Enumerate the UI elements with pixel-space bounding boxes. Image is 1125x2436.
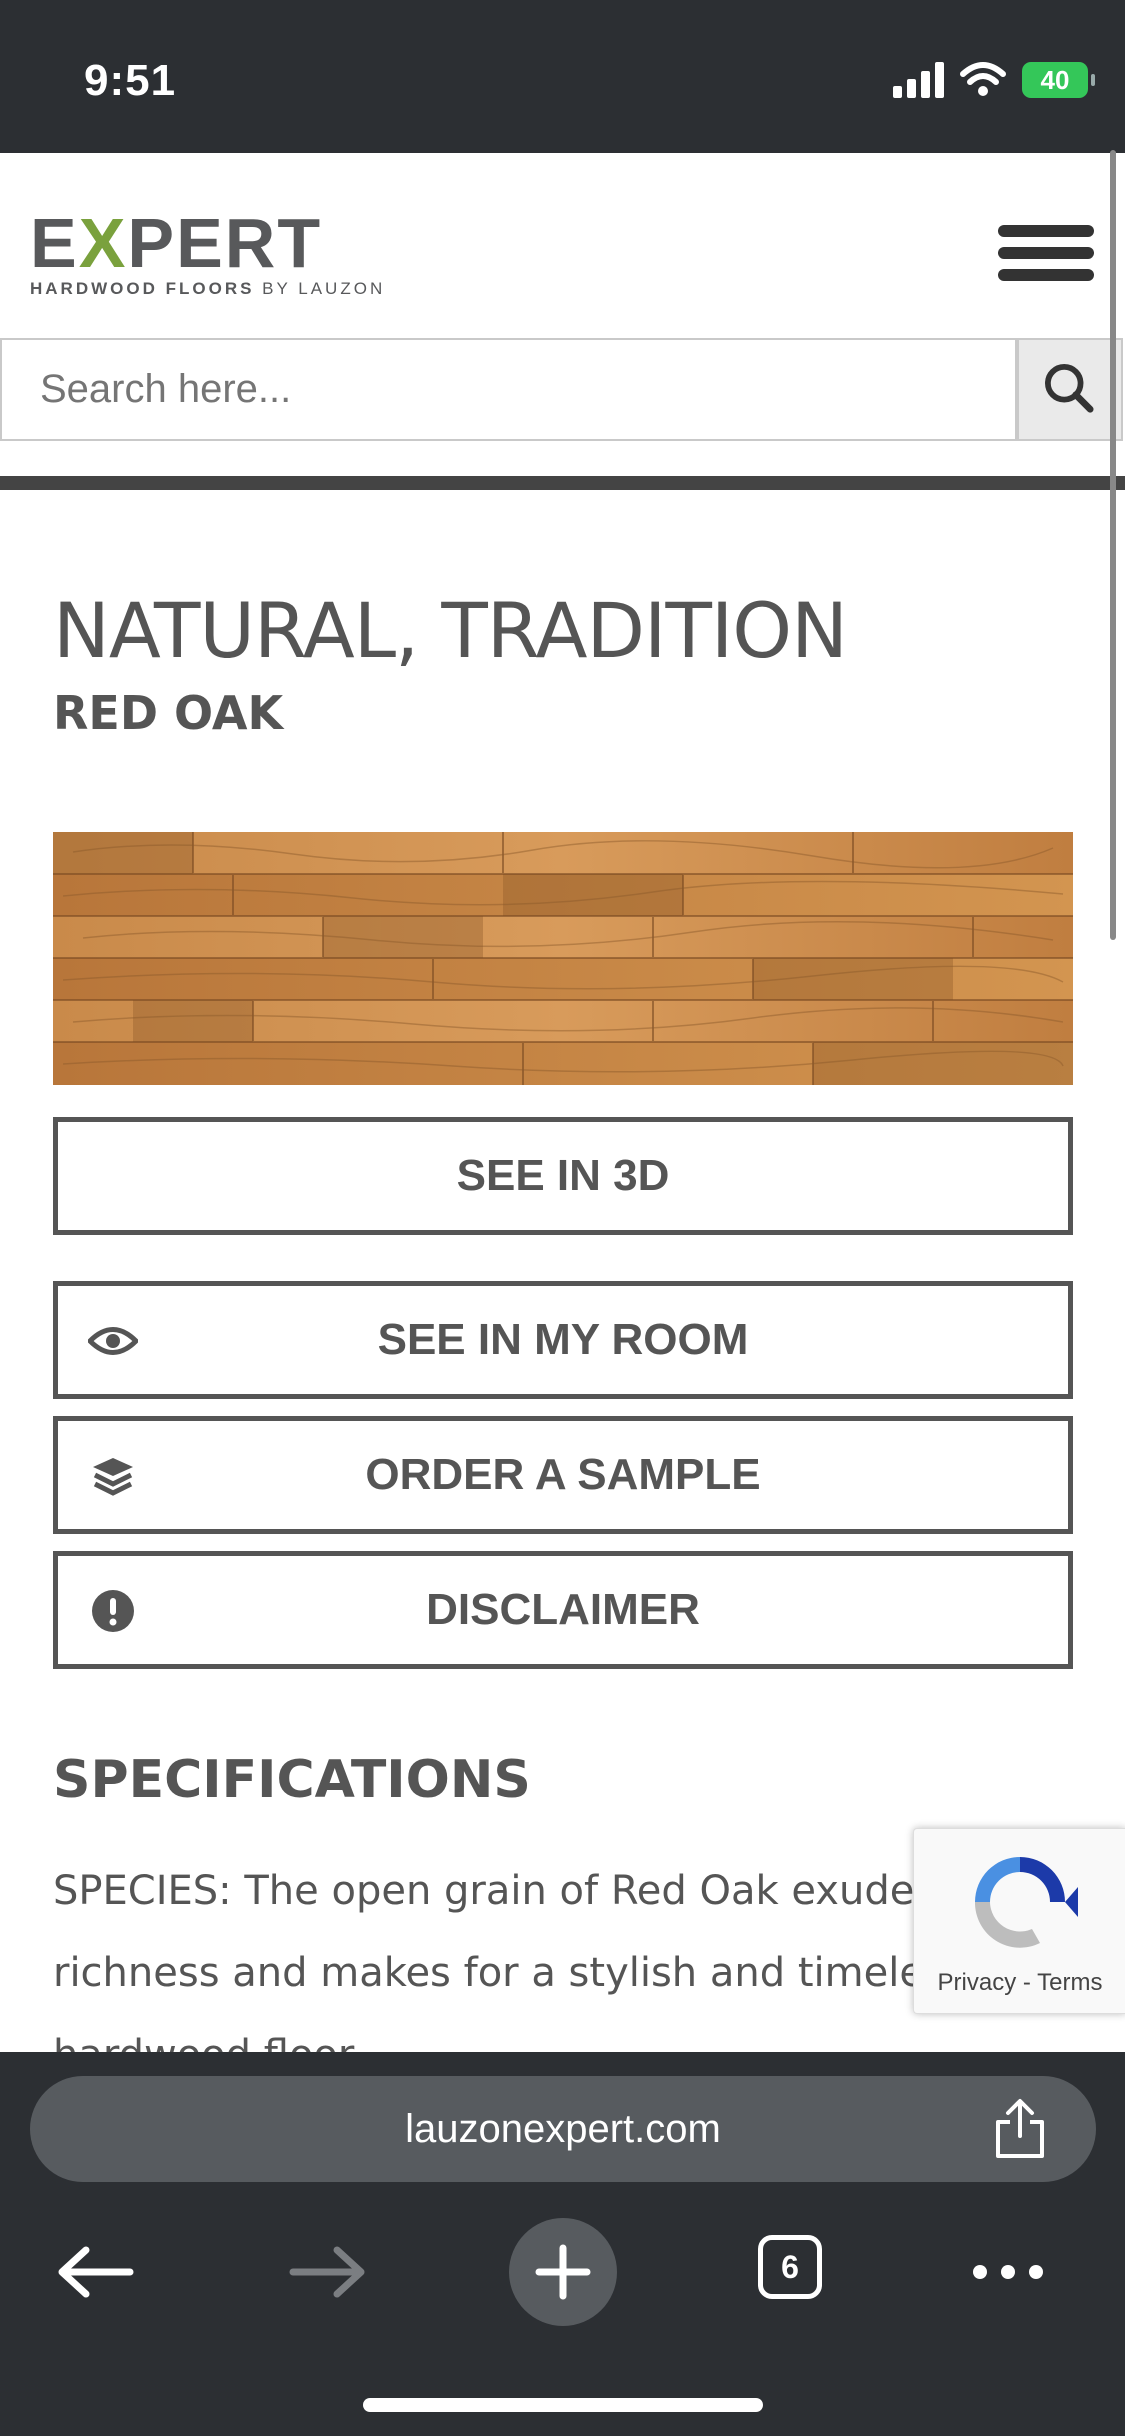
tab-count: 6 bbox=[781, 2248, 799, 2285]
tabs-button[interactable]: 6 bbox=[758, 2212, 832, 2332]
recaptcha-links[interactable]: Privacy - Terms bbox=[914, 1969, 1125, 1997]
page-scrollbar[interactable] bbox=[1110, 150, 1116, 940]
recaptcha-badge[interactable]: Privacy - Terms bbox=[913, 1828, 1125, 2014]
eye-icon bbox=[88, 1327, 138, 1355]
share-icon[interactable] bbox=[990, 2098, 1050, 2160]
header-divider bbox=[0, 476, 1125, 490]
site-header: EXPERT HARDWOOD FLOORS BY LAUZON bbox=[0, 153, 1125, 338]
layers-icon bbox=[93, 1458, 133, 1496]
new-tab-icon[interactable] bbox=[508, 2212, 618, 2332]
menu-icon[interactable] bbox=[998, 225, 1094, 295]
status-bar: 9:51 40 bbox=[0, 0, 1125, 153]
more-icon[interactable] bbox=[970, 2212, 1050, 2332]
battery-icon: 40 bbox=[1022, 62, 1095, 98]
wifi-icon bbox=[960, 62, 1006, 96]
browser-toolbar: lauzonexpert.com 6 bbox=[0, 2052, 1125, 2436]
url-text: lauzonexpert.com bbox=[405, 2107, 721, 2151]
signal-icon bbox=[893, 62, 944, 98]
product-title: NATURAL, TRADITION bbox=[53, 586, 848, 675]
recaptcha-icon bbox=[974, 1857, 1078, 1948]
expert-logo[interactable]: EXPERT HARDWOOD FLOORS BY LAUZON bbox=[30, 208, 385, 299]
search-bar bbox=[0, 338, 1125, 445]
product-species: RED OAK bbox=[53, 686, 284, 740]
tabs-icon: 6 bbox=[758, 2235, 822, 2299]
status-time: 9:51 bbox=[84, 56, 177, 105]
product-image[interactable] bbox=[53, 832, 1073, 1085]
see-in-3d-label: SEE IN 3D bbox=[456, 1151, 670, 1200]
forward-arrow-icon[interactable] bbox=[283, 2212, 373, 2332]
search-button[interactable] bbox=[1017, 338, 1123, 441]
alert-icon bbox=[92, 1590, 134, 1632]
disclaimer-label: DISCLAIMER bbox=[426, 1585, 700, 1634]
specifications-heading: SPECIFICATIONS bbox=[53, 1750, 531, 1810]
search-input[interactable] bbox=[0, 338, 1017, 441]
search-icon bbox=[1045, 364, 1094, 413]
home-indicator[interactable] bbox=[363, 2398, 763, 2412]
order-a-sample-label: ORDER A SAMPLE bbox=[365, 1450, 761, 1499]
see-in-my-room-label: SEE IN MY ROOM bbox=[377, 1315, 749, 1364]
order-a-sample-button[interactable]: ORDER A SAMPLE bbox=[53, 1416, 1073, 1534]
address-bar[interactable]: lauzonexpert.com bbox=[30, 2076, 1096, 2182]
back-arrow-icon[interactable] bbox=[50, 2212, 140, 2332]
see-in-3d-button[interactable]: SEE IN 3D bbox=[53, 1117, 1073, 1235]
disclaimer-button[interactable]: DISCLAIMER bbox=[53, 1551, 1073, 1669]
see-in-my-room-button[interactable]: SEE IN MY ROOM bbox=[53, 1281, 1073, 1399]
